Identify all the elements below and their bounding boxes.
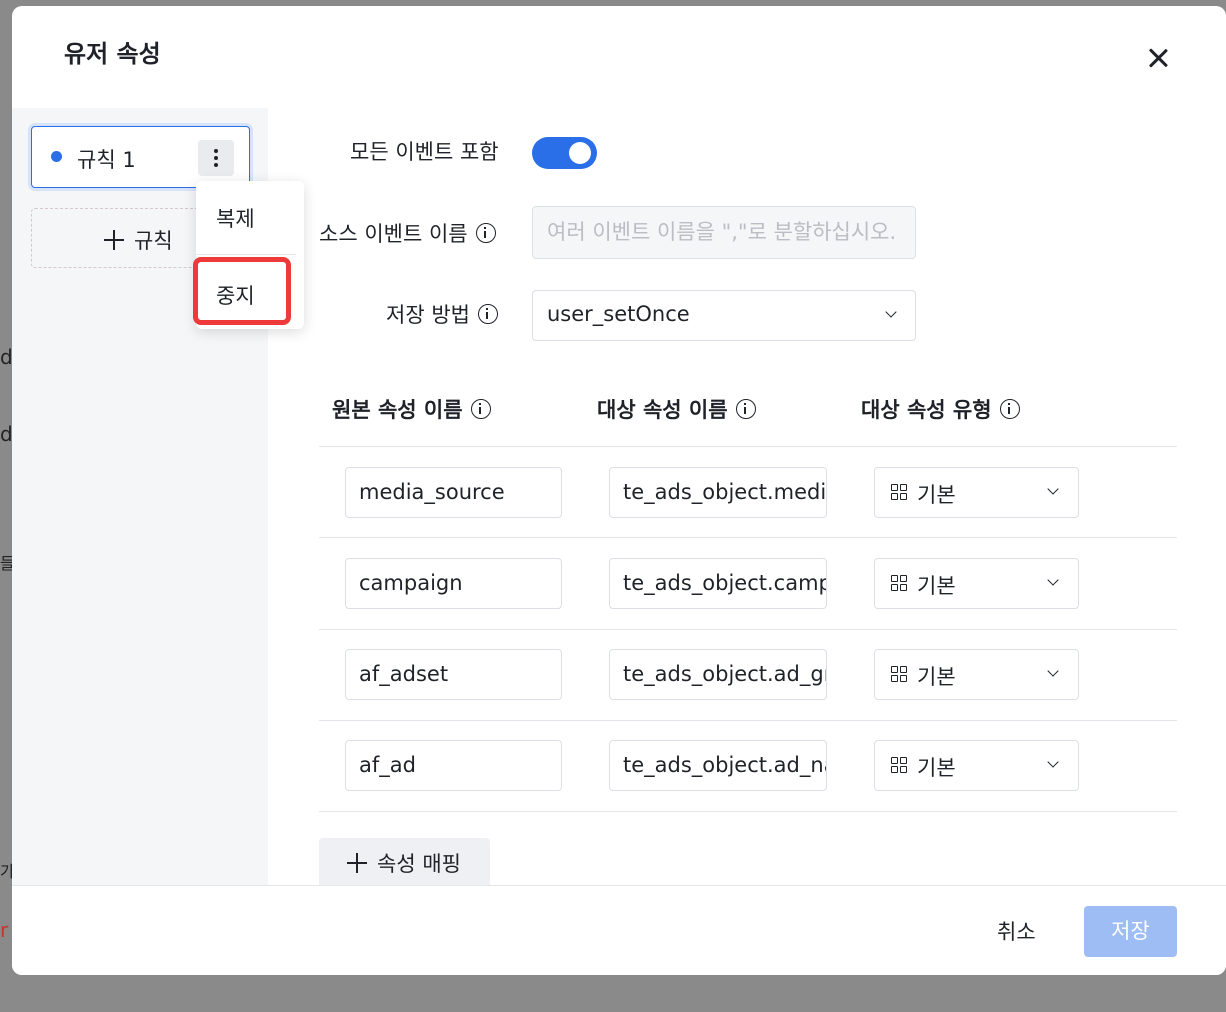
column-header-source: 원본 속성 이름 xyxy=(332,394,491,424)
add-rule-label: 규칙 xyxy=(134,229,173,253)
add-mapping-label: 속성 매핑 xyxy=(377,852,461,876)
modal-footer: 취소 저장 xyxy=(12,885,1226,975)
chevron-down-icon xyxy=(1047,574,1059,586)
chevron-down-icon xyxy=(1047,483,1059,495)
table-divider xyxy=(319,629,1177,630)
grid-icon xyxy=(891,575,908,592)
more-options-icon[interactable] xyxy=(198,140,234,176)
source-property-input[interactable]: media_source xyxy=(345,467,562,518)
background-text: d xyxy=(0,345,13,369)
storage-method-label: 저장 방법 xyxy=(386,299,498,329)
property-type-select[interactable]: 기본 xyxy=(874,467,1079,518)
add-property-mapping-button[interactable]: 속성 매핑 xyxy=(319,838,490,890)
modal-title: 유저 속성 xyxy=(64,40,161,68)
property-type-select[interactable]: 기본 xyxy=(874,740,1079,791)
table-divider xyxy=(319,446,1177,447)
property-type-value: 기본 xyxy=(917,756,956,780)
info-icon xyxy=(735,399,756,419)
close-icon[interactable] xyxy=(1142,42,1174,74)
menu-item-stop[interactable]: 중지 xyxy=(216,280,255,310)
source-property-input[interactable]: af_ad xyxy=(345,740,562,791)
chevron-down-icon xyxy=(1047,665,1059,677)
chevron-down-icon xyxy=(1047,756,1059,768)
property-type-value: 기본 xyxy=(917,574,956,598)
column-header-target: 대상 속성 이름 xyxy=(597,394,756,424)
source-event-name-label: 소스 이벤트 이름 xyxy=(319,218,496,248)
storage-method-value: user_setOnce xyxy=(547,302,690,326)
source-event-name-input[interactable]: 여러 이벤트 이름을 ","로 분할하십시오. xyxy=(532,206,916,259)
rule-item[interactable]: 규칙 1 xyxy=(31,126,250,188)
info-icon xyxy=(999,399,1020,419)
info-icon xyxy=(477,304,498,324)
grid-icon xyxy=(891,666,908,683)
table-divider xyxy=(319,720,1177,721)
rule-context-menu: 복제 중지 xyxy=(193,181,304,329)
user-property-modal: 유저 속성 규칙 1 규칙 복제 중지 모든 이벤트 포함 소스 이벤트 이름 … xyxy=(12,6,1226,975)
background-text: d xyxy=(0,422,13,446)
property-type-value: 기본 xyxy=(917,483,956,507)
menu-item-copy[interactable]: 복제 xyxy=(216,203,255,233)
target-property-input[interactable]: te_ads_object.campaign xyxy=(609,558,827,609)
menu-divider xyxy=(196,254,296,255)
target-property-input[interactable]: te_ads_object.ad_name xyxy=(609,740,827,791)
storage-method-select[interactable]: user_setOnce xyxy=(532,290,916,341)
info-icon xyxy=(470,399,491,419)
include-all-events-label: 모든 이벤트 포함 xyxy=(350,140,499,164)
grid-icon xyxy=(891,757,908,774)
plus-icon xyxy=(347,853,367,873)
source-property-input[interactable]: af_adset xyxy=(345,649,562,700)
rule-status-dot xyxy=(51,151,62,162)
table-divider xyxy=(319,537,1177,538)
chevron-down-icon xyxy=(885,306,897,318)
property-type-select[interactable]: 기본 xyxy=(874,649,1079,700)
include-all-events-toggle[interactable] xyxy=(532,137,597,169)
cancel-button[interactable]: 취소 xyxy=(997,916,1036,946)
target-property-input[interactable]: te_ads_object.media_source xyxy=(609,467,827,518)
table-divider xyxy=(319,811,1177,812)
property-type-value: 기본 xyxy=(917,665,956,689)
property-type-select[interactable]: 기본 xyxy=(874,558,1079,609)
column-header-type: 대상 속성 유형 xyxy=(861,394,1020,424)
rule-label: 규칙 1 xyxy=(77,148,136,172)
background-text: r xyxy=(0,918,9,942)
grid-icon xyxy=(891,484,908,501)
plus-icon xyxy=(104,230,124,250)
save-button[interactable]: 저장 xyxy=(1084,906,1177,957)
source-property-input[interactable]: campaign xyxy=(345,558,562,609)
target-property-input[interactable]: te_ads_object.ad_group xyxy=(609,649,827,700)
toggle-knob xyxy=(569,142,591,164)
info-icon xyxy=(475,223,496,243)
